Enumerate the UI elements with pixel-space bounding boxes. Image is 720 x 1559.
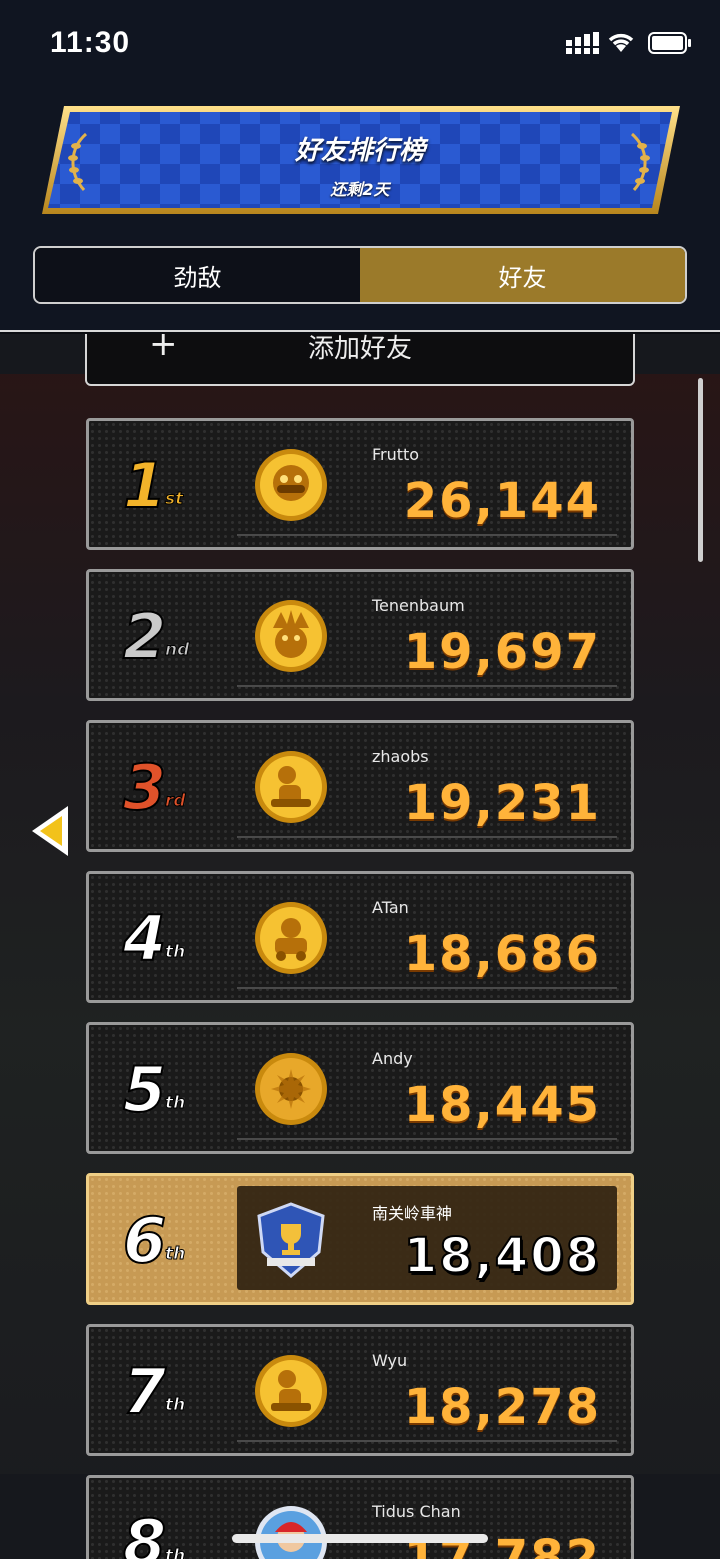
home-indicator[interactable] <box>232 1534 488 1543</box>
trophy-badge-icon <box>257 1202 325 1278</box>
leaderboard-list[interactable]: + 添加好友 1 st Frutto 26,144 2 nd Tenenbaum… <box>0 334 720 1559</box>
rank-badge: 3 rd <box>122 750 213 825</box>
status-bar: 11:30 <box>0 0 720 90</box>
rank-number: 5 <box>122 1052 167 1127</box>
add-friend-label: 添加好友 <box>307 334 412 364</box>
player-score: 19,231 <box>403 775 601 831</box>
player-score: 18,278 <box>403 1379 601 1435</box>
leaderboard-row[interactable]: 1 st Frutto 26,144 <box>86 418 634 550</box>
player-avatar-icon <box>255 751 327 823</box>
rank-badge: 5 th <box>122 1052 213 1127</box>
rank-badge: 2 nd <box>122 599 213 674</box>
rank-suffix: th <box>164 1093 186 1114</box>
rank-number: 3 <box>122 750 167 825</box>
leaderboard-row[interactable]: 7 th Wyu 18,278 <box>86 1324 634 1456</box>
leaderboard-row[interactable]: 8 th Tidus Chan 17,782 <box>86 1475 634 1559</box>
player-name: Andy <box>372 1049 413 1068</box>
player-avatar-icon <box>255 449 327 521</box>
tab-rivals[interactable]: 劲敌 <box>35 248 360 302</box>
rank-suffix: th <box>164 1395 186 1416</box>
player-score: 19,697 <box>403 624 601 680</box>
rank-suffix: st <box>164 489 184 510</box>
rank-suffix: th <box>164 1546 186 1559</box>
header: 好友排行榜 还剩2天 劲敌 好友 <box>0 90 720 332</box>
page-title: 好友排行榜 <box>294 136 425 166</box>
wifi-icon <box>608 33 634 52</box>
leaderboard-row-self[interactable]: 6 th 南关岭車神 18,408 <box>86 1173 634 1305</box>
player-name: zhaobs <box>372 747 429 766</box>
rank-suffix: nd <box>164 640 190 661</box>
rank-badge: 1 st <box>122 448 213 523</box>
player-avatar-icon <box>255 1355 327 1427</box>
leaderboard-row[interactable]: 5 th Andy 18,445 <box>86 1022 634 1154</box>
player-avatar-icon <box>255 600 327 672</box>
rank-suffix: th <box>164 1244 186 1265</box>
rank-badge: 4 th <box>122 901 213 976</box>
scrollbar[interactable] <box>698 378 703 562</box>
player-score: 18,408 <box>403 1227 601 1285</box>
player-avatar-icon <box>255 1506 327 1559</box>
player-score: 26,144 <box>403 473 601 529</box>
status-time: 11:30 <box>50 26 131 59</box>
player-score: 18,686 <box>403 926 601 982</box>
rank-number: 7 <box>122 1354 167 1429</box>
player-name: Wyu <box>372 1351 408 1370</box>
cellular-signal-icon <box>566 32 599 54</box>
player-avatar-icon <box>255 902 327 974</box>
leaderboard-row[interactable]: 3 rd zhaobs 19,231 <box>86 720 634 852</box>
add-friend-button[interactable]: + 添加好友 <box>85 334 635 386</box>
tab-switcher: 劲敌 好友 <box>33 246 687 304</box>
player-name: ATan <box>372 898 409 917</box>
rank-badge: 8 th <box>122 1505 213 1559</box>
rank-number: 8 <box>122 1505 167 1559</box>
rank-number: 4 <box>122 901 167 976</box>
rank-badge: 6 th <box>122 1203 213 1278</box>
rank-number: 6 <box>122 1203 167 1278</box>
player-name: Tidus Chan <box>372 1502 461 1521</box>
player-avatar-icon <box>255 1053 327 1125</box>
player-name: 南关岭車神 <box>372 1204 453 1223</box>
rank-number: 2 <box>122 599 167 674</box>
left-arrow-icon[interactable] <box>28 804 72 858</box>
rank-suffix: rd <box>165 791 187 812</box>
rank-number: 1 <box>122 448 167 523</box>
rank-badge: 7 th <box>122 1354 213 1429</box>
leaderboard-row[interactable]: 2 nd Tenenbaum 19,697 <box>86 569 634 701</box>
tab-friends[interactable]: 好友 <box>360 248 685 302</box>
leaderboard-row[interactable]: 4 th ATan 18,686 <box>86 871 634 1003</box>
player-score: 18,445 <box>403 1077 601 1133</box>
battery-icon <box>648 32 691 54</box>
rank-suffix: th <box>164 942 186 963</box>
player-name: Frutto <box>372 445 420 464</box>
player-name: Tenenbaum <box>372 596 465 615</box>
time-remaining: 还剩2天 <box>330 180 390 199</box>
